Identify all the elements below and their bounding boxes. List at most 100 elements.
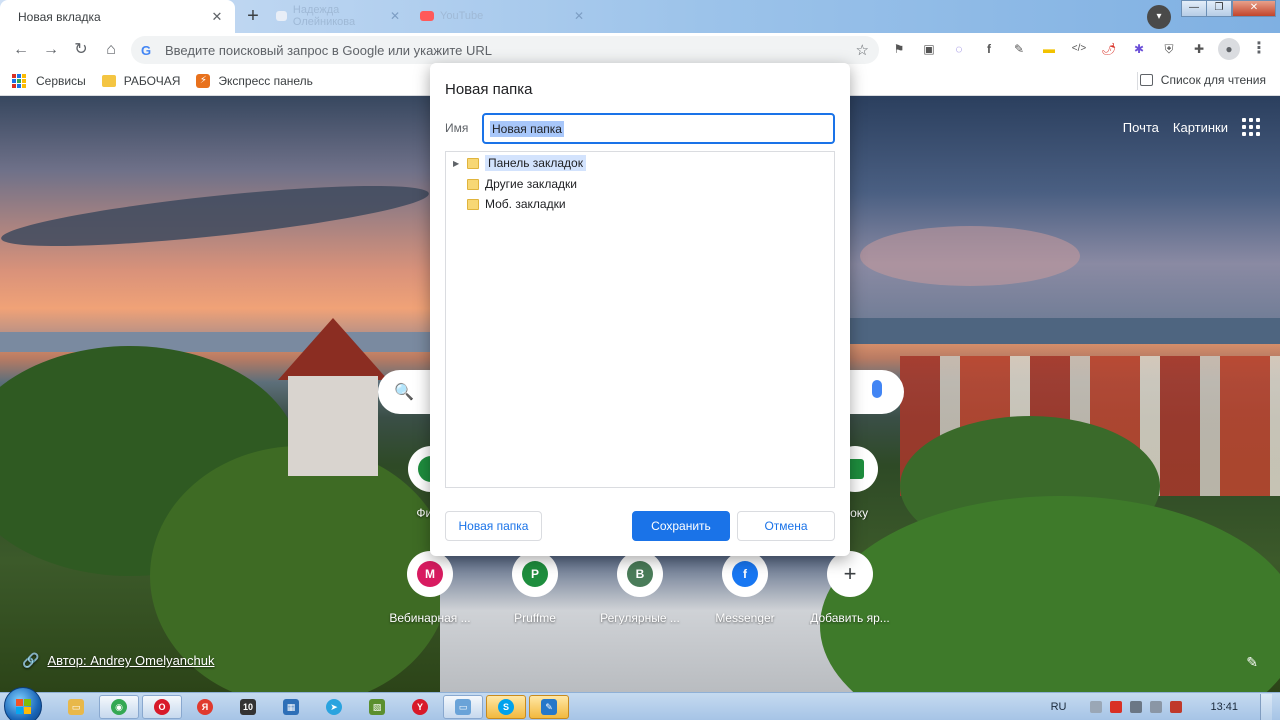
extension-8-icon[interactable]: 🌶 <box>1098 38 1120 60</box>
profile-avatar[interactable]: ● <box>1218 38 1240 60</box>
bookmarks-divider <box>1137 72 1138 90</box>
address-bar[interactable]: G Введите поисковый запрос в Google или … <box>131 36 879 64</box>
shortcut-regular[interactable]: B Регулярные ... <box>585 551 695 625</box>
clock[interactable]: 13:41 <box>1210 701 1238 713</box>
google-apps-icon[interactable] <box>1242 118 1260 136</box>
folder-name-value: Новая папка <box>490 121 564 137</box>
plus-icon: + <box>843 561 857 586</box>
extension-6-icon[interactable]: ▬ <box>1038 38 1060 60</box>
extension-3-icon[interactable]: ◌ <box>948 38 970 60</box>
search-icon: 🔍 <box>394 384 414 401</box>
background-cloud <box>860 226 1080 286</box>
show-desktop-button[interactable] <box>1260 694 1272 720</box>
shortcut-pruffme[interactable]: P Pruffme <box>480 551 590 625</box>
cancel-button[interactable]: Отмена <box>737 511 835 541</box>
images-link[interactable]: Картинки <box>1173 120 1228 135</box>
forward-icon[interactable]: → <box>36 35 66 65</box>
close-tab-icon[interactable]: ✕ <box>209 9 225 25</box>
bookmark-services[interactable]: Сервисы <box>12 73 86 88</box>
close-window-button[interactable]: ✕ <box>1232 0 1276 17</box>
close-tab-icon[interactable]: ✕ <box>574 9 584 23</box>
monitor-icon: ▦ <box>283 699 299 715</box>
reading-list-label: Список для чтения <box>1160 73 1266 87</box>
apps-grid-icon <box>12 73 26 88</box>
background-author-link[interactable]: 🔗 Автор: Andrey Omelyanchuk <box>22 652 215 669</box>
taskbar-explorer[interactable]: ▭ <box>56 695 96 719</box>
tab-background-2[interactable]: YouTube ✕ <box>412 4 592 28</box>
taskbar-yandex-browser[interactable]: Y <box>400 695 440 719</box>
tray-volume-icon[interactable] <box>1150 701 1163 713</box>
edit-app-icon: ✎ <box>541 699 557 715</box>
tree-item-mobile-bookmarks[interactable]: Моб. закладки <box>446 194 566 214</box>
telegram-icon: ➤ <box>326 699 342 715</box>
shortcut-webinar[interactable]: M Вебинарная ... <box>375 551 485 625</box>
taskbar-edit-app[interactable]: ✎ <box>529 695 569 719</box>
tray-app-icon[interactable] <box>1110 701 1123 713</box>
close-tab-icon[interactable]: ✕ <box>390 9 400 23</box>
shortcut-add[interactable]: + Добавить яр... <box>795 551 905 625</box>
language-indicator[interactable]: RU <box>1051 701 1067 713</box>
tab-new-tab[interactable]: Новая вкладка ✕ <box>0 0 235 33</box>
new-tab-button[interactable]: + <box>242 6 264 28</box>
tree-item-bookmarks-bar[interactable]: ▶ Панель закладок <box>446 153 586 173</box>
extension-2-icon[interactable]: ▣ <box>918 38 940 60</box>
taskbar-skype[interactable]: S <box>486 695 526 719</box>
browser-toolbar: ← → ↻ ⌂ G Введите поисковый запрос в Goo… <box>0 33 1280 66</box>
taskbar-monitor[interactable]: ▦ <box>271 695 311 719</box>
app-green-icon: ▧ <box>369 699 385 715</box>
facebook-icon: f <box>732 561 758 587</box>
tray-flag-icon[interactable] <box>1170 701 1183 713</box>
bookmark-express-panel[interactable]: ⚡ Экспресс панель <box>196 73 313 88</box>
expand-arrow-icon[interactable]: ▶ <box>453 159 461 168</box>
new-folder-button[interactable]: Новая папка <box>445 511 542 541</box>
bookmark-star-icon[interactable]: ☆ <box>856 41 869 59</box>
shortcut-label: Pruffme <box>514 611 556 625</box>
bookmark-label: Экспресс панель <box>218 73 313 88</box>
taskbar-app-10[interactable]: 10 <box>228 695 268 719</box>
extension-5-icon[interactable]: ✎ <box>1008 38 1030 60</box>
reading-list-button[interactable]: Список для чтения <box>1139 73 1266 87</box>
background-tower <box>288 376 378 476</box>
extension-10-icon[interactable]: ⛨ <box>1158 38 1180 60</box>
shortcut-icon: B <box>617 551 663 597</box>
start-button[interactable] <box>4 687 42 720</box>
taskbar-telegram[interactable]: ➤ <box>314 695 354 719</box>
minimize-button[interactable]: — <box>1181 0 1207 17</box>
save-button[interactable]: Сохранить <box>632 511 730 541</box>
gmail-link[interactable]: Почта <box>1123 120 1159 135</box>
tray-expand-icon[interactable] <box>1090 701 1103 713</box>
extension-1-icon[interactable]: ⚑ <box>888 38 910 60</box>
shortcut-favicon: P <box>522 561 548 587</box>
extension-9-icon[interactable]: ✱ <box>1128 38 1150 60</box>
tab-favicon <box>276 11 287 21</box>
customize-pencil-icon[interactable]: ✎ <box>1246 654 1258 671</box>
app-10-icon: 10 <box>240 699 256 715</box>
dialog-title: Новая папка <box>445 81 533 98</box>
address-bar-placeholder: Введите поисковый запрос в Google или ук… <box>165 42 492 58</box>
taskbar-green-app[interactable]: ▧ <box>357 695 397 719</box>
tab-strip: Новая вкладка ✕ + Надежда Олейникова ✕ Y… <box>0 0 1280 33</box>
taskbar-window[interactable]: ▭ <box>443 695 483 719</box>
taskbar-yandex[interactable]: Я <box>185 695 225 719</box>
search-tabs-button[interactable]: ▾ <box>1147 5 1171 29</box>
maximize-button[interactable]: ❐ <box>1206 0 1232 17</box>
taskbar-opera[interactable]: O <box>142 695 182 719</box>
tree-item-label: Другие закладки <box>485 177 577 191</box>
extension-4-icon[interactable]: f <box>978 38 1000 60</box>
back-icon[interactable]: ← <box>6 35 36 65</box>
microphone-icon[interactable] <box>872 380 882 398</box>
express-panel-icon: ⚡ <box>196 73 211 88</box>
tray-network-icon[interactable] <box>1130 701 1143 713</box>
yandex-icon: Я <box>197 699 213 715</box>
bookmark-folder-work[interactable]: РАБОЧАЯ <box>101 74 180 88</box>
kebab-menu-icon[interactable]: ⋮ <box>1248 38 1270 60</box>
reading-list-icon <box>1139 74 1153 86</box>
tab-background-1[interactable]: Надежда Олейникова ✕ <box>268 4 408 28</box>
taskbar-chrome[interactable]: ◉ <box>99 695 139 719</box>
home-icon[interactable]: ⌂ <box>96 35 126 65</box>
tree-item-other-bookmarks[interactable]: Другие закладки <box>446 174 577 194</box>
puzzle-icon[interactable]: ✚ <box>1188 38 1210 60</box>
extension-7-icon[interactable]: </> <box>1068 38 1090 60</box>
shortcut-messenger[interactable]: f Messenger <box>690 551 800 625</box>
reload-icon[interactable]: ↻ <box>66 35 96 65</box>
